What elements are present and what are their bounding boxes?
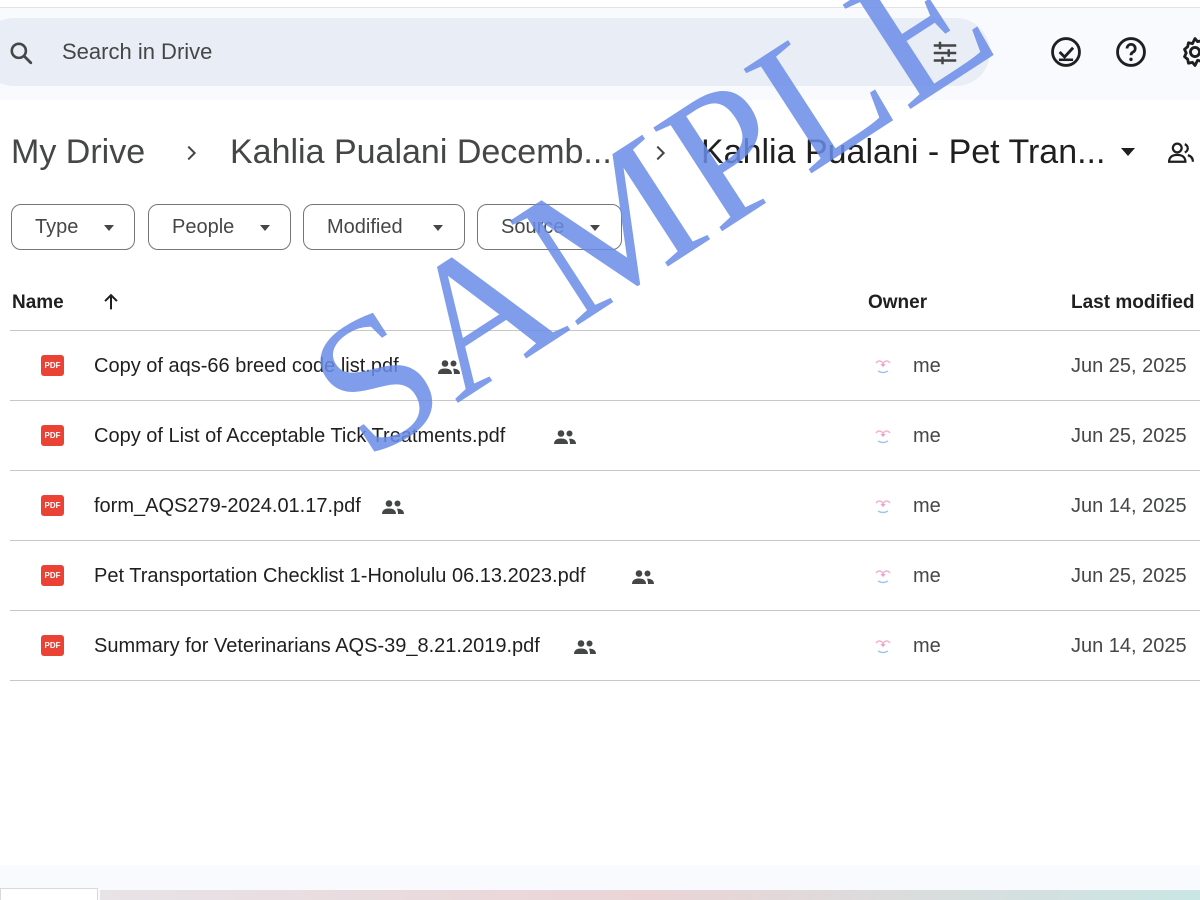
file-name: form_AQS279-2024.01.17.pdf bbox=[94, 495, 361, 517]
owner-avatar: ✦ bbox=[871, 424, 895, 448]
owner-avatar: ✦ bbox=[871, 634, 895, 658]
filter-modified-chip[interactable]: Modified bbox=[303, 204, 465, 250]
file-row[interactable]: PDF form_AQS279-2024.01.17.pdf ✦ me Jun … bbox=[10, 471, 1200, 541]
shared-people-icon[interactable] bbox=[1166, 138, 1196, 168]
file-row[interactable]: PDF Copy of List of Acceptable Tick Trea… bbox=[10, 401, 1200, 471]
file-name: Copy of List of Acceptable Tick Treatmen… bbox=[94, 425, 506, 447]
search-input[interactable] bbox=[62, 32, 822, 72]
column-header-name[interactable]: Name bbox=[12, 290, 64, 316]
chevron-down-icon bbox=[433, 225, 443, 231]
owner-avatar: ✦ bbox=[871, 564, 895, 588]
drive-window: My Drive Kahlia Pualani Decemb... Kahlia… bbox=[0, 0, 1200, 900]
file-row[interactable]: PDF Summary for Veterinarians AQS-39_8.2… bbox=[10, 611, 1200, 681]
bottom-tab bbox=[0, 888, 98, 900]
filter-people-chip[interactable]: People bbox=[148, 204, 291, 250]
chevron-right-icon bbox=[656, 145, 666, 161]
chevron-down-icon bbox=[590, 225, 600, 231]
filter-people-label: People bbox=[172, 215, 235, 238]
search-options-icon[interactable] bbox=[930, 38, 960, 68]
file-row[interactable]: PDF Pet Transportation Checklist 1-Honol… bbox=[10, 541, 1200, 611]
filter-source-label: Source bbox=[501, 215, 565, 238]
shared-icon bbox=[438, 360, 460, 374]
last-modified-date: Jun 14, 2025 bbox=[1071, 495, 1187, 517]
last-modified-date: Jun 25, 2025 bbox=[1071, 565, 1187, 587]
pdf-icon: PDF bbox=[41, 635, 64, 656]
shared-icon bbox=[554, 430, 576, 444]
owner-avatar: ✦ bbox=[871, 494, 895, 518]
file-name: Pet Transportation Checklist 1-Honolulu … bbox=[94, 565, 586, 587]
top-border bbox=[0, 0, 1200, 8]
help-icon[interactable] bbox=[1114, 35, 1148, 69]
owner-name: me bbox=[913, 425, 941, 447]
breadcrumb-my-drive[interactable]: My Drive bbox=[11, 130, 145, 174]
pdf-icon: PDF bbox=[41, 425, 64, 446]
sort-ascending-arrow-icon[interactable] bbox=[100, 291, 122, 313]
owner-name: me bbox=[913, 495, 941, 517]
shared-icon bbox=[382, 500, 404, 514]
last-modified-date: Jun 25, 2025 bbox=[1071, 425, 1187, 447]
pdf-icon: PDF bbox=[41, 355, 64, 376]
breadcrumb-current-folder[interactable]: Kahlia Pualani - Pet Tran... bbox=[701, 130, 1105, 174]
owner-name: me bbox=[913, 355, 941, 377]
owner-name: me bbox=[913, 635, 941, 657]
folder-menu-caret-icon[interactable] bbox=[1116, 142, 1140, 162]
pdf-icon: PDF bbox=[41, 565, 64, 586]
pdf-icon: PDF bbox=[41, 495, 64, 516]
breadcrumb-parent-folder[interactable]: Kahlia Pualani Decemb... bbox=[230, 130, 612, 174]
last-modified-date: Jun 14, 2025 bbox=[1071, 635, 1187, 657]
column-header-owner[interactable]: Owner bbox=[868, 290, 927, 316]
file-name: Summary for Veterinarians AQS-39_8.21.20… bbox=[94, 635, 540, 657]
column-header-last-modified[interactable]: Last modified bbox=[1071, 290, 1195, 316]
last-modified-date: Jun 25, 2025 bbox=[1071, 355, 1187, 377]
owner-name: me bbox=[913, 565, 941, 587]
file-row[interactable]: PDF Copy of aqs-66 breed code list.pdf ✦… bbox=[10, 331, 1200, 401]
shared-icon bbox=[632, 570, 654, 584]
file-name: Copy of aqs-66 breed code list.pdf bbox=[94, 355, 399, 377]
chevron-down-icon bbox=[260, 225, 270, 231]
filter-modified-label: Modified bbox=[327, 215, 403, 238]
settings-gear-icon[interactable] bbox=[1178, 35, 1200, 69]
filter-type-chip[interactable]: Type bbox=[11, 204, 135, 250]
bottom-banner bbox=[100, 890, 1200, 900]
search-icon[interactable] bbox=[8, 40, 34, 66]
shared-icon bbox=[574, 640, 596, 654]
filter-type-label: Type bbox=[35, 215, 79, 238]
search-bar[interactable] bbox=[0, 18, 990, 86]
owner-avatar: ✦ bbox=[871, 354, 895, 378]
filter-source-chip[interactable]: Source bbox=[477, 204, 622, 250]
offline-ready-icon[interactable] bbox=[1049, 35, 1083, 69]
chevron-right-icon bbox=[187, 145, 197, 161]
chevron-down-icon bbox=[104, 225, 114, 231]
